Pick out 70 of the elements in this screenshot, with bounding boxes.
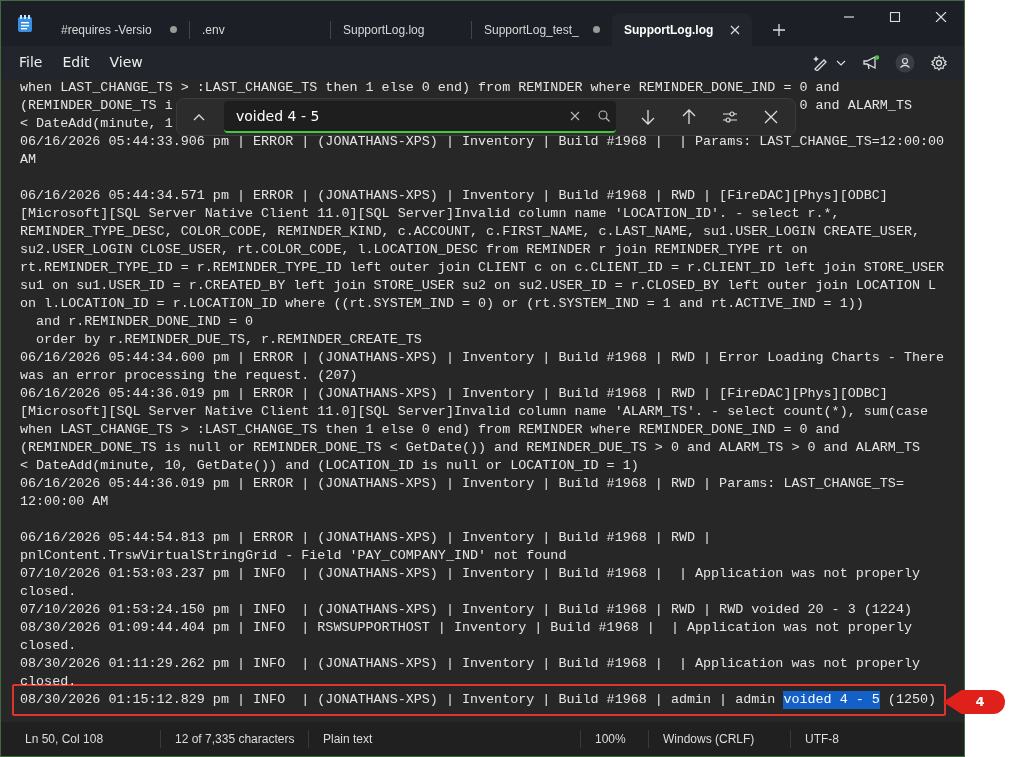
clear-icon[interactable]: [569, 111, 580, 121]
log-line: 06/16/2026 05:44:54.813 pm | ERROR | (JONATHANS-XPS) | Inventory | Build #1968 | RWD |: [20, 529, 712, 547]
tab[interactable]: .env: [190, 13, 330, 46]
log-line: 12:00:00 AM: [20, 493, 109, 511]
log-line: rt.REMINDER_TYPE_ID = r.REMINDER_TYPE_ID left outer join CLIENT c on c.CLIENT_ID = r.CLIENT_ID left join STORE_USER: [20, 259, 945, 277]
status-item: 100%: [581, 730, 649, 748]
search-icon[interactable]: [597, 110, 610, 122]
status-item: UTF-8: [804, 731, 840, 748]
log-line: 08/30/2026 01:15:12.829 pm | INFO | (JONATHANS-XPS) | Inventory | Build #1968 | admin | admin: [20, 691, 777, 709]
caret-icon: [836, 59, 846, 66]
close-icon[interactable]: [730, 24, 740, 35]
log-line: when LAST_CHANGE_TS > :LAST_CHANGE_TS then 1 else 0 end) from REMINDER where REMINDER_DONE_IND = 0 and: [20, 421, 840, 439]
log-line: (REMINDER_DONE_TS is null or REMINDER_DONE_TS < GetDate()) and REMINDER_DUE_TS > 0 and ALARM_TS > 0 and ALARM_TS: [20, 439, 920, 457]
tab[interactable]: SupportLog_test_: [472, 13, 612, 46]
log-line: 08/30/2026 01:09:44.404 pm | INFO | RSWSUPPORTHOST | Inventory | Build #1968 | | Application was not properly: [20, 619, 912, 637]
log-line: 0 and ALARM_TS: [799, 97, 912, 115]
find-input[interactable]: voided 4 - 5: [234, 106, 570, 126]
log-line: < DateAdd(minute, 10, GetDate()) and (LOCATION_ID is null or LOCATION_ID = 1): [20, 457, 639, 475]
unsaved-dot: [170, 26, 177, 33]
log-line: [Microsoft][SQL Server Native Client 11.0][SQL Server]Invalid column name 'LOCATION_ID'. - select r.*,: [20, 205, 840, 223]
log-line: 06/16/2026 05:44:36.019 pm | ERROR | (JONATHANS-XPS) | Inventory | Build #1968 | RWD | [FireDAC][Phys][ODBC]: [20, 385, 888, 403]
close-icon: [762, 109, 779, 125]
log-line: (REMINDER_DONE_TS i: [20, 97, 173, 115]
maximize-icon: [889, 12, 901, 22]
log-line: pnlContent.TrswVirtualStringGrid - Field 'PAY_COMPANY_IND' not found: [20, 547, 567, 565]
status-item: 12 of 7,335 characters: [161, 730, 309, 748]
chevron-up-icon: [193, 113, 206, 121]
log-line: 06/16/2026 05:44:36.019 pm | ERROR | (JONATHANS-XPS) | Inventory | Build #1968 | RWD | Params: LAST_CHANGE_TS=: [20, 475, 904, 493]
log-line: when LAST_CHANGE_TS > :LAST_CHANGE_TS then 1 else 0 end) from REMINDER where REMINDER_DONE_IND = 0 and: [20, 79, 840, 97]
log-line: < DateAdd(minute, 1: [20, 115, 173, 133]
log-line: su2.USER_LOGIN CLOSE_USER, rt.COLOR_CODE, l.LOCATION_DESC from REMINDER r join REMINDER_TYPE rt on: [20, 241, 808, 259]
log-line: 07/10/2026 01:53:03.237 pm | INFO | (JONATHANS-XPS) | Inventory | Build #1968 | | Application was not properly: [20, 565, 920, 583]
arrow-up-icon: [680, 109, 697, 125]
log-line: su1 on su1.USER_ID = r.CREATED_BY left join STORE_USER su2 on su2.USER_ID = r.CLOSED_BY left outer join LOCATION L: [20, 277, 937, 295]
megaphone-icon: [862, 54, 880, 71]
status-item: Ln 50, Col 108: [11, 730, 161, 748]
status-item: Plain text: [309, 730, 581, 748]
menu-item[interactable]: Edit: [52, 48, 100, 77]
unsaved-dot: [593, 26, 600, 33]
log-line: was an error processing the request. (207): [20, 367, 358, 385]
log-line: (1250): [886, 691, 937, 709]
plus-icon: [773, 23, 785, 36]
log-line: 08/30/2026 01:11:29.262 pm | INFO | (JONATHANS-XPS) | Inventory | Build #1968 | | Application was not properly: [20, 655, 920, 673]
log-line: [Microsoft][SQL Server Native Client 11.0][SQL Server]Invalid column name 'ALARM_TS'. - select count(*), sum(case: [20, 403, 929, 421]
tab[interactable]: #requires -Versio: [49, 13, 189, 46]
find-field[interactable]: voided 4 - 5: [224, 101, 616, 133]
tab[interactable]: SupportLog.log: [331, 13, 471, 46]
menu-item[interactable]: View: [99, 48, 153, 77]
log-line: 06/16/2026 05:44:34.571 pm | ERROR | (JONATHANS-XPS) | Inventory | Build #1968 | RWD | [FireDAC][Phys][ODBC]: [20, 187, 888, 205]
log-line: REMINDER_TYPE_DESC, COLOR_CODE, REMINDER_KIND, c.ACCOUNT, c.FIRST_NAME, c.LAST_NAME, su1.USER_LOGIN CREATE_USER,: [20, 223, 920, 241]
settings-icon: [931, 54, 947, 71]
log-line: closed.: [20, 583, 77, 601]
log-line: 06/16/2026 05:44:33.906 pm | ERROR | (JONATHANS-XPS) | Inventory | Build #1968 | | Params: LAST_CHANGE_TS=12:00:00: [20, 133, 945, 151]
log-line: 06/16/2026 05:44:34.600 pm | ERROR | (JONATHANS-XPS) | Inventory | Build #1968 | RWD | Error Loading Charts - There: [20, 349, 945, 367]
sliders-icon: [721, 109, 738, 125]
tab[interactable]: SupportLog.log: [612, 13, 752, 46]
log-line: AM: [20, 151, 37, 169]
notepad-icon: [17, 14, 33, 33]
person-icon: [895, 52, 915, 73]
log-line: 07/10/2026 01:53:24.150 pm | INFO | (JONATHANS-XPS) | Inventory | Build #1968 | RWD | RWD voided 20 - 3 (1224): [20, 601, 912, 619]
log-line: on l.LOCATION_ID = r.LOCATION_ID where ((rt.SYSTEM_IND = 0) or (rt.SYSTEM_IND = 1 and rt.ACTIVE_IND = 1)): [20, 295, 864, 313]
search-match: voided 4 - 5: [783, 691, 880, 709]
log-line: order by r.REMINDER_DUE_TS, r.REMINDER_CREATE_TS: [35, 331, 422, 349]
log-line: closed.: [20, 637, 77, 655]
menu-item[interactable]: File: [9, 48, 53, 77]
status-item: Windows (CRLF): [649, 730, 791, 748]
log-line: and r.REMINDER_DONE_IND = 0: [35, 313, 254, 331]
arrow-down-icon: [639, 109, 656, 125]
pen-sparkle-icon: [812, 54, 828, 71]
close-icon: [935, 12, 947, 22]
